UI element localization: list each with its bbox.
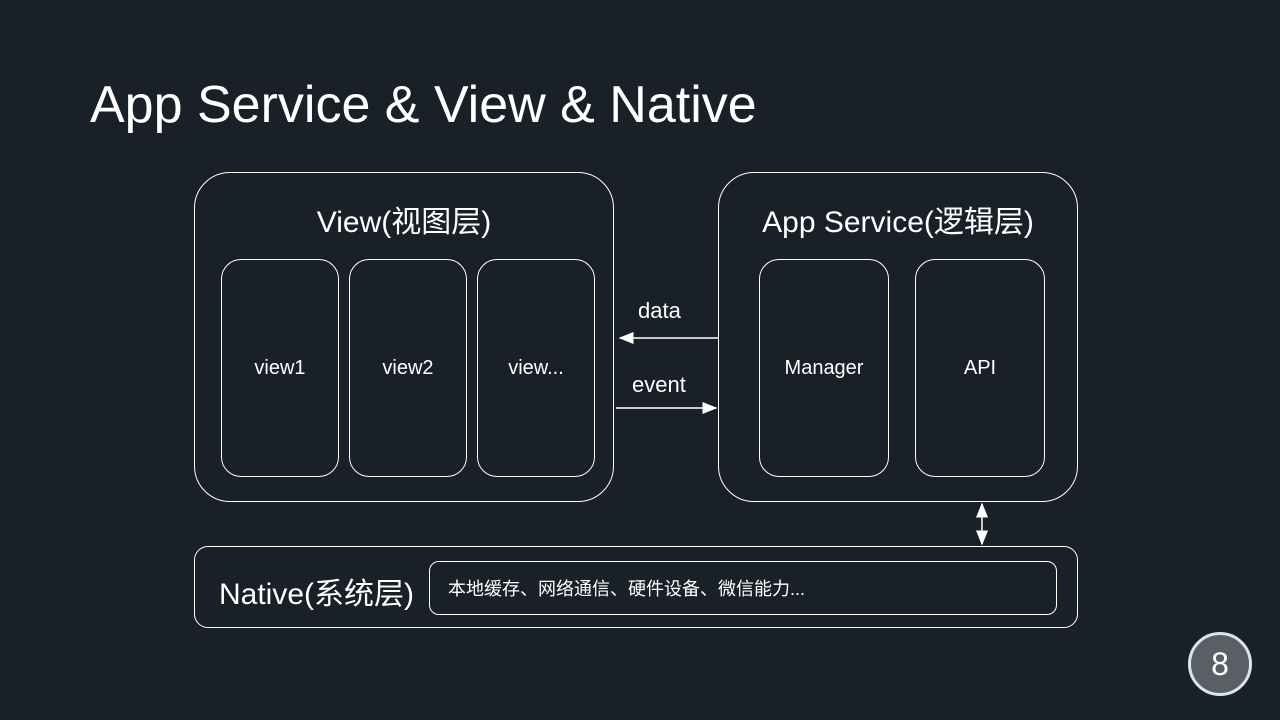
view-layer-box: View(视图层) view1 view2 view... [194,172,614,502]
app-service-item-api: API [915,259,1045,477]
view-layer-title: View(视图层) [195,197,613,241]
app-service-layer-title: App Service(逻辑层) [719,197,1077,241]
slide-title: App Service & View & Native [90,75,757,135]
native-layer-content: 本地缓存、网络通信、硬件设备、微信能力... [429,561,1057,615]
native-layer-box: Native(系统层) 本地缓存、网络通信、硬件设备、微信能力... [194,546,1078,628]
view-item-1: view1 [221,259,339,477]
view-item-2: view2 [349,259,467,477]
data-arrow-label: data [638,298,681,324]
native-layer-title: Native(系统层) [219,569,414,613]
app-service-layer-box: App Service(逻辑层) Manager API [718,172,1078,502]
view-item-3: view... [477,259,595,477]
page-number-badge: 8 [1188,632,1252,696]
event-arrow-label: event [632,372,686,398]
app-service-item-manager: Manager [759,259,889,477]
